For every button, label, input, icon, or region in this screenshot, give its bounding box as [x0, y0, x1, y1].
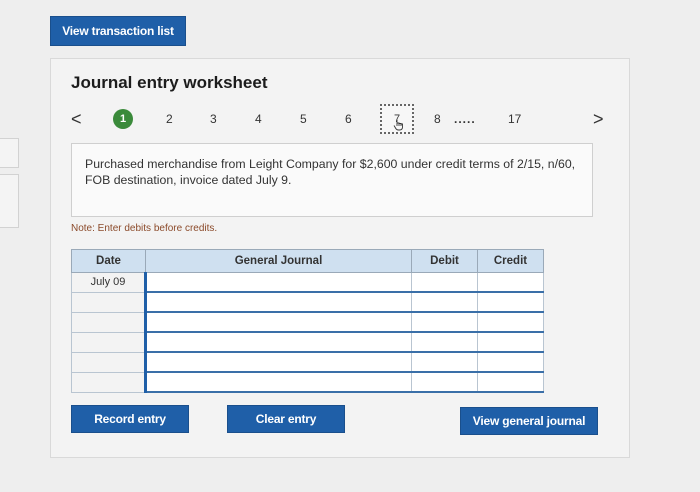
- debit-input[interactable]: [411, 291, 478, 313]
- step-8[interactable]: 8: [434, 112, 441, 126]
- journal-entry-table: Date General Journal Debit Credit July 0…: [71, 249, 544, 393]
- left-edge-decoration: [0, 138, 19, 228]
- date-column-header: Date: [71, 249, 146, 273]
- table-header-row: Date General Journal Debit Credit: [71, 249, 544, 273]
- step-2[interactable]: 2: [166, 112, 173, 126]
- date-cell: July 09: [71, 272, 146, 293]
- credit-input[interactable]: [477, 351, 544, 373]
- table-row: [71, 351, 544, 373]
- table-row: [71, 311, 544, 333]
- step-1[interactable]: 1: [113, 109, 133, 129]
- date-cell: [71, 371, 146, 393]
- debit-input[interactable]: [411, 311, 478, 333]
- note-text: Note: Enter debits before credits.: [71, 223, 218, 234]
- worksheet-title: Journal entry worksheet: [71, 73, 268, 92]
- record-entry-button[interactable]: Record entry: [71, 405, 189, 433]
- account-input[interactable]: [144, 351, 412, 373]
- table-row: July 09: [71, 272, 544, 293]
- clear-entry-button[interactable]: Clear entry: [227, 405, 345, 433]
- credit-input[interactable]: [477, 331, 544, 353]
- date-cell: [71, 331, 146, 353]
- account-input[interactable]: [144, 371, 412, 393]
- credit-column-header: Credit: [477, 249, 544, 273]
- account-input[interactable]: [144, 311, 412, 333]
- step-4[interactable]: 4: [255, 112, 262, 126]
- debit-input[interactable]: [411, 371, 478, 393]
- step-3[interactable]: 3: [210, 112, 217, 126]
- step-5[interactable]: 5: [300, 112, 307, 126]
- step-ellipsis: .....: [454, 112, 476, 126]
- general-journal-column-header: General Journal: [145, 249, 412, 273]
- step-6[interactable]: 6: [345, 112, 352, 126]
- credit-input[interactable]: [477, 291, 544, 313]
- date-cell: [71, 351, 146, 373]
- table-row: [71, 331, 544, 353]
- debit-input[interactable]: [411, 351, 478, 373]
- debit-column-header: Debit: [411, 249, 478, 273]
- debit-input[interactable]: [411, 272, 478, 293]
- view-transaction-list-button[interactable]: View transaction list: [50, 16, 186, 46]
- transaction-description: Purchased merchandise from Leight Compan…: [71, 143, 593, 217]
- account-input[interactable]: [144, 291, 412, 313]
- credit-input[interactable]: [477, 311, 544, 333]
- date-cell: [71, 311, 146, 333]
- debit-input[interactable]: [411, 331, 478, 353]
- date-cell: [71, 291, 146, 313]
- step-navigator: < 1 2 3 4 5 6 7 8 ..... 17 >: [71, 104, 611, 134]
- next-step-arrow-icon[interactable]: >: [593, 109, 604, 129]
- credit-input[interactable]: [477, 272, 544, 293]
- step-17[interactable]: 17: [508, 112, 521, 126]
- view-general-journal-button[interactable]: View general journal: [460, 407, 598, 435]
- credit-input[interactable]: [477, 371, 544, 393]
- hand-pointer-icon: [393, 120, 403, 131]
- journal-entry-worksheet-panel: Journal entry worksheet < 1 2 3 4 5 6 7 …: [50, 58, 630, 458]
- account-input[interactable]: [144, 272, 412, 293]
- step-7-selected[interactable]: 7: [380, 104, 414, 134]
- previous-step-arrow-icon[interactable]: <: [71, 109, 82, 129]
- table-row: [71, 291, 544, 313]
- table-row: [71, 371, 544, 393]
- account-input[interactable]: [144, 331, 412, 353]
